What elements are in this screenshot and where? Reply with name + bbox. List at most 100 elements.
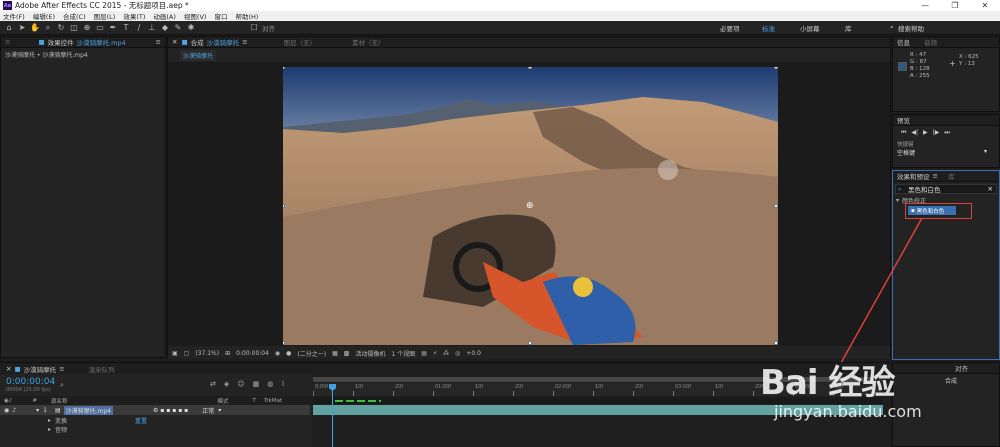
home-icon[interactable]: ⌂ bbox=[4, 23, 14, 33]
timeline-tab[interactable]: 沙漠骑摩托 bbox=[24, 364, 57, 374]
resize-handle-tr[interactable] bbox=[774, 67, 778, 69]
expand-layer-icon[interactable]: ▾ bbox=[36, 407, 39, 414]
resize-handle-mr[interactable] bbox=[774, 204, 778, 208]
disclosure-triangle-icon[interactable]: ▸ bbox=[48, 426, 51, 433]
comp-mini-flowchart-icon[interactable]: ⇄ bbox=[210, 380, 216, 388]
disclosure-triangle-icon[interactable]: ▸ bbox=[48, 417, 51, 424]
audio-icon[interactable]: ♪ bbox=[12, 407, 16, 414]
menu-edit[interactable]: 编辑(E) bbox=[33, 11, 55, 21]
source-name-column[interactable]: 源名称 bbox=[51, 397, 68, 405]
views-dropdown[interactable]: 1 个视图 bbox=[391, 349, 415, 358]
shortcut-dropdown[interactable]: 空格键 ▾ bbox=[893, 148, 999, 157]
workspace-small-screen[interactable]: 小屏幕 bbox=[800, 23, 820, 33]
puppet-tool-icon[interactable]: ✱ bbox=[186, 23, 196, 33]
resolution-dropdown[interactable]: (二分之一) bbox=[297, 349, 326, 358]
layer-name[interactable]: 沙漠骑摩托.mp4 bbox=[63, 405, 113, 415]
play-icon[interactable]: ▶ bbox=[923, 129, 928, 137]
lock-icon[interactable]: ■ bbox=[14, 365, 20, 373]
next-frame-icon[interactable]: |▶ bbox=[933, 129, 940, 137]
zoom-tool-icon[interactable]: ⌕ bbox=[43, 23, 53, 33]
pen-tool-icon[interactable]: ✒ bbox=[108, 23, 118, 33]
panel-menu-icon[interactable]: ≡ bbox=[156, 38, 161, 46]
effects-search-input[interactable]: ⌕ 黑色和白色 ✕ bbox=[895, 184, 997, 194]
layer-mode-dropdown[interactable]: 正常 bbox=[202, 406, 214, 415]
menu-icon[interactable]: ≡ bbox=[5, 38, 10, 46]
zoom-dropdown[interactable]: (37.1%) bbox=[195, 350, 219, 357]
brush-tool-icon[interactable]: ∕ bbox=[134, 23, 144, 33]
resize-handle-bc[interactable] bbox=[528, 341, 532, 345]
region-of-interest-icon[interactable]: ▦ bbox=[332, 350, 338, 357]
camera-dropdown[interactable]: 活动摄像机 bbox=[355, 349, 385, 358]
search-icon[interactable]: ⌕ bbox=[60, 381, 64, 390]
workspace-essentials[interactable]: 必要项 bbox=[720, 23, 740, 33]
resize-handle-tl[interactable] bbox=[283, 67, 285, 69]
shy-icon[interactable]: ☺ bbox=[237, 380, 244, 388]
chevron-down-icon[interactable]: ▾ bbox=[218, 407, 221, 414]
resize-handle-tc[interactable] bbox=[528, 67, 532, 69]
disclosure-triangle-icon[interactable]: ▾ bbox=[896, 197, 899, 204]
info-tab[interactable]: 信息 bbox=[897, 37, 910, 47]
mode-column[interactable]: 模式 bbox=[217, 397, 228, 405]
hand-tool-icon[interactable]: ✋ bbox=[30, 23, 40, 33]
menu-effect[interactable]: 效果(T) bbox=[123, 11, 145, 21]
pixel-aspect-icon[interactable]: ▤ bbox=[421, 350, 427, 357]
menu-layer[interactable]: 图层(L) bbox=[94, 11, 116, 21]
exposure-value[interactable]: +0.0 bbox=[466, 350, 481, 357]
menu-animation[interactable]: 动画(A) bbox=[153, 11, 176, 21]
current-timecode[interactable]: 0:00:00:04 bbox=[6, 377, 55, 387]
monitor-icon[interactable]: ▢ bbox=[184, 350, 190, 357]
selection-tool-icon[interactable]: ➤ bbox=[17, 23, 27, 33]
graph-editor-icon[interactable]: ⌇ bbox=[281, 380, 284, 388]
menu-view[interactable]: 视图(V) bbox=[184, 11, 207, 21]
prop-transform[interactable]: ▸ 变换 重置 bbox=[40, 416, 310, 425]
workspace-standard[interactable]: 标准 bbox=[762, 23, 775, 33]
preview-tab[interactable]: 预览 bbox=[897, 115, 910, 125]
resize-handle-ml[interactable] bbox=[283, 204, 285, 208]
effect-controls-tab[interactable]: 效果控件 bbox=[48, 37, 74, 47]
text-tool-icon[interactable]: T bbox=[121, 23, 131, 33]
comp-tab-menu-icon[interactable]: ≡ bbox=[242, 38, 247, 46]
search-help-link[interactable]: 搜索帮助 bbox=[898, 23, 924, 33]
prop-audio[interactable]: ▸ 音频 bbox=[40, 425, 310, 434]
render-queue-tab[interactable]: 渲染队列 bbox=[89, 364, 115, 374]
layer-tab[interactable]: 图层（无） bbox=[284, 37, 317, 47]
current-time-indicator[interactable] bbox=[332, 384, 333, 447]
layer-row[interactable]: ◉ ♪ ▾ 1 ▤ 沙漠骑摩托.mp4 ⚙ ▪ ▪ ▪ ▪ ▪ 正常 ▾ bbox=[0, 405, 310, 415]
resize-handle-bl[interactable] bbox=[283, 341, 285, 345]
audio-tab[interactable]: 音频 bbox=[924, 37, 937, 47]
reset-link[interactable]: 重置 bbox=[135, 416, 147, 425]
pan-behind-tool-icon[interactable]: ⊕ bbox=[82, 23, 92, 33]
effects-tab[interactable]: 效果和预设 bbox=[897, 171, 930, 181]
close-tab-icon[interactable]: ✕ bbox=[6, 365, 11, 373]
menu-composition[interactable]: 合成(C) bbox=[63, 11, 86, 21]
camera-tool-icon[interactable]: ◫ bbox=[69, 23, 79, 33]
roto-brush-tool-icon[interactable]: ✎ bbox=[173, 23, 183, 33]
workspace-libraries[interactable]: 库 bbox=[845, 23, 852, 33]
close-tab-icon[interactable]: ✕ bbox=[172, 38, 177, 46]
eraser-tool-icon[interactable]: ◆ bbox=[160, 23, 170, 33]
timeline-tab-menu-icon[interactable]: ≡ bbox=[59, 365, 64, 373]
lock-icon[interactable]: ■ bbox=[38, 38, 44, 46]
menu-help[interactable]: 帮助(H) bbox=[235, 11, 258, 21]
layer-fx-switches-icon[interactable]: ⚙ ▪ ▪ ▪ ▪ ▪ bbox=[153, 407, 188, 414]
menu-window[interactable]: 窗口 bbox=[214, 11, 227, 21]
libraries-tab[interactable]: 库 bbox=[948, 171, 955, 181]
visibility-eye-icon[interactable]: ◉ bbox=[4, 407, 9, 414]
menu-file[interactable]: 文件(F) bbox=[3, 11, 25, 21]
snapshot-icon[interactable]: ◉ bbox=[275, 350, 280, 357]
motion-blur-icon[interactable]: ◍ bbox=[267, 380, 273, 388]
maximize-button[interactable]: ❐ bbox=[940, 0, 970, 11]
clone-stamp-tool-icon[interactable]: ⊥ bbox=[147, 23, 157, 33]
first-frame-icon[interactable]: ⏮ bbox=[901, 129, 906, 137]
lock-icon[interactable]: ■ bbox=[181, 38, 187, 46]
always-preview-icon[interactable]: ▣ bbox=[172, 350, 178, 357]
frame-blend-icon[interactable]: ▦ bbox=[253, 380, 260, 388]
prev-frame-icon[interactable]: ◀| bbox=[911, 129, 918, 137]
transparency-grid-icon[interactable]: ▩ bbox=[344, 350, 350, 357]
snap-checkbox-icon[interactable]: ☐ bbox=[249, 23, 259, 33]
color-channel-icon[interactable]: ● bbox=[286, 350, 291, 357]
resize-handle-br[interactable] bbox=[774, 341, 778, 345]
video-frame[interactable]: ⊕ bbox=[283, 67, 778, 345]
minimize-button[interactable]: — bbox=[910, 0, 940, 11]
flowchart-icon[interactable]: ⁂ bbox=[443, 350, 449, 357]
